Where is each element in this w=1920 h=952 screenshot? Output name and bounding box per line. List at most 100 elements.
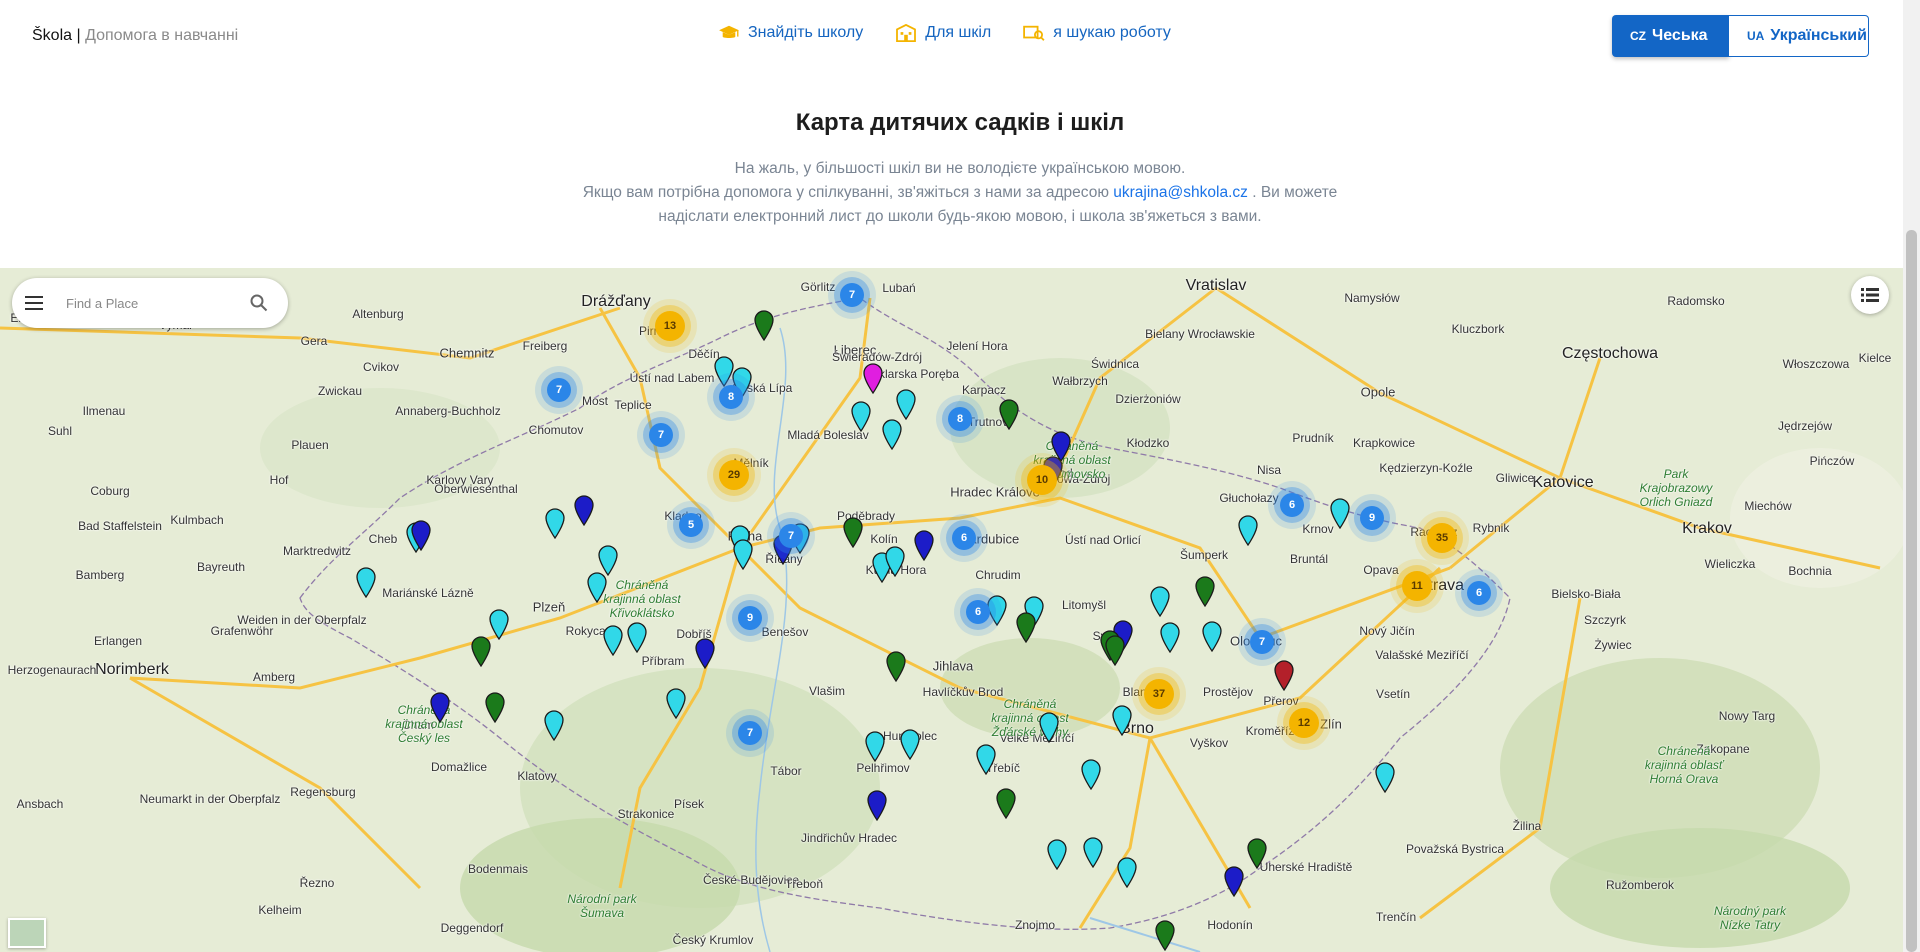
map-place-label: Plauen [291, 438, 329, 452]
school-cluster-marker[interactable]: 9 [738, 606, 762, 630]
lang-czech-button[interactable]: CZ Чеська [1612, 15, 1729, 57]
page-scrollbar[interactable] [1903, 0, 1920, 952]
school-cluster-marker[interactable]: 7 [779, 524, 803, 548]
language-switcher: CZ Чеська UA Український [1612, 15, 1869, 57]
school-cluster-marker[interactable]: 7 [840, 283, 864, 307]
nav-job-search[interactable]: я шукаю роботу [1023, 24, 1171, 42]
school-pin-icon[interactable] [429, 691, 451, 724]
school-cluster-marker[interactable]: 35 [1427, 523, 1457, 553]
school-pin-icon[interactable] [665, 687, 687, 720]
school-pin-icon[interactable] [1080, 758, 1102, 791]
school-cluster-marker[interactable]: 8 [719, 385, 743, 409]
school-cluster-marker[interactable]: 6 [952, 526, 976, 550]
school-pin-icon[interactable] [586, 571, 608, 604]
school-pin-icon[interactable] [1201, 620, 1223, 653]
school-pin-icon[interactable] [753, 309, 775, 342]
school-pin-icon[interactable] [885, 650, 907, 683]
school-pin-icon[interactable] [544, 507, 566, 540]
school-pin-icon[interactable] [1154, 919, 1176, 952]
school-pin-icon[interactable] [1111, 704, 1133, 737]
brand[interactable]: Škola | Допомога в навчанні [32, 27, 238, 45]
school-pin-icon[interactable] [881, 418, 903, 451]
school-pin-icon[interactable] [862, 362, 884, 395]
school-pin-icon[interactable] [866, 789, 888, 822]
school-pin-icon[interactable] [1149, 585, 1171, 618]
school-cluster-marker[interactable]: 12 [1289, 708, 1319, 738]
school-pin-icon[interactable] [543, 709, 565, 742]
school-pin-icon[interactable] [850, 400, 872, 433]
brand-tagline: Допомога в навчанні [85, 27, 239, 44]
school-pin-icon[interactable] [1374, 761, 1396, 794]
map-list-button[interactable] [1851, 276, 1889, 314]
school-cluster-marker[interactable]: 29 [719, 460, 749, 490]
job-search-icon [1023, 25, 1045, 41]
school-pin-icon[interactable] [470, 635, 492, 668]
school-cluster-marker[interactable]: 6 [966, 600, 990, 624]
school-pin-icon[interactable] [1329, 497, 1351, 530]
school-pin-icon[interactable] [1015, 611, 1037, 644]
school-pin-icon[interactable] [1273, 659, 1295, 692]
school-cluster-marker[interactable]: 5 [679, 513, 703, 537]
school-pin-icon[interactable] [1104, 634, 1126, 667]
search-icon[interactable] [250, 294, 268, 312]
school-pin-icon[interactable] [626, 621, 648, 654]
lang-czech-code: CZ [1630, 29, 1646, 43]
map-search-input[interactable] [64, 294, 248, 312]
school-cluster-marker[interactable]: 7 [547, 378, 571, 402]
nav-for-schools[interactable]: Для шкіл [895, 24, 991, 42]
school-pin-icon[interactable] [1159, 621, 1181, 654]
school-cluster-marker[interactable]: 9 [1360, 506, 1384, 530]
contact-email-link[interactable]: ukrajina@shkola.cz [1113, 184, 1248, 201]
school-pin-icon[interactable] [1116, 856, 1138, 889]
school-pin-icon[interactable] [694, 637, 716, 670]
school-pin-icon[interactable] [1237, 514, 1259, 547]
map-layer-thumbnail[interactable] [8, 918, 46, 948]
school-pin-icon[interactable] [995, 787, 1017, 820]
scrollbar-thumb[interactable] [1906, 230, 1917, 952]
lang-ukrainian-button[interactable]: UA Український [1729, 15, 1869, 57]
schools-map[interactable]: Drážďany Vratislav Częstochowa Katovice Krak… [0, 268, 1903, 952]
school-pin-icon[interactable] [484, 691, 506, 724]
school-cluster-marker[interactable]: 11 [1402, 571, 1432, 601]
school-pin-icon[interactable] [884, 545, 906, 578]
school-pin-icon[interactable] [1082, 836, 1104, 869]
map-menu-button[interactable] [14, 283, 54, 323]
map-place-label: Drážďany [581, 293, 651, 310]
school-pin-icon[interactable] [355, 566, 377, 599]
school-pin-icon[interactable] [573, 494, 595, 527]
school-cluster-marker[interactable]: 7 [1250, 630, 1274, 654]
school-pin-icon[interactable] [864, 730, 886, 763]
school-cluster-marker[interactable]: 37 [1144, 679, 1174, 709]
map-place-label: Most [581, 394, 609, 408]
map-place-label: Kolín [870, 532, 898, 546]
school-cluster-marker[interactable]: 10 [1027, 465, 1057, 495]
school-pin-icon[interactable] [1246, 837, 1268, 870]
school-pin-icon[interactable] [1038, 711, 1060, 744]
school-pin-icon[interactable] [1223, 865, 1245, 898]
school-cluster-marker[interactable]: 8 [948, 407, 972, 431]
school-pin-icon[interactable] [895, 388, 917, 421]
school-pin-icon[interactable] [732, 538, 754, 571]
school-pin-icon[interactable] [899, 728, 921, 761]
map-place-label: Erlangen [93, 634, 143, 648]
nav-find-school[interactable]: Знайдіть школу [718, 24, 863, 42]
school-cluster-marker[interactable]: 6 [1280, 493, 1304, 517]
map-place-label: Radomsko [1667, 294, 1725, 308]
map-region-label: Chráněná krajinná oblast Český les [385, 703, 463, 745]
map-place-label: Vlašim [808, 684, 846, 698]
map-place-label: Český Krumlov [672, 933, 754, 947]
school-cluster-marker[interactable]: 13 [655, 311, 685, 341]
school-cluster-marker[interactable]: 6 [1467, 581, 1491, 605]
school-pin-icon[interactable] [410, 519, 432, 552]
school-pin-icon[interactable] [975, 743, 997, 776]
school-pin-icon[interactable] [1046, 838, 1068, 871]
school-pin-icon[interactable] [1194, 575, 1216, 608]
school-pin-icon[interactable] [842, 516, 864, 549]
map-place-label: Głuchołazy [1219, 491, 1279, 505]
school-pin-icon[interactable] [998, 398, 1020, 431]
school-pin-icon[interactable] [602, 624, 624, 657]
map-place-label: Cvikov [362, 360, 400, 374]
school-cluster-marker[interactable]: 7 [738, 721, 762, 745]
school-pin-icon[interactable] [913, 529, 935, 562]
school-cluster-marker[interactable]: 7 [649, 423, 673, 447]
